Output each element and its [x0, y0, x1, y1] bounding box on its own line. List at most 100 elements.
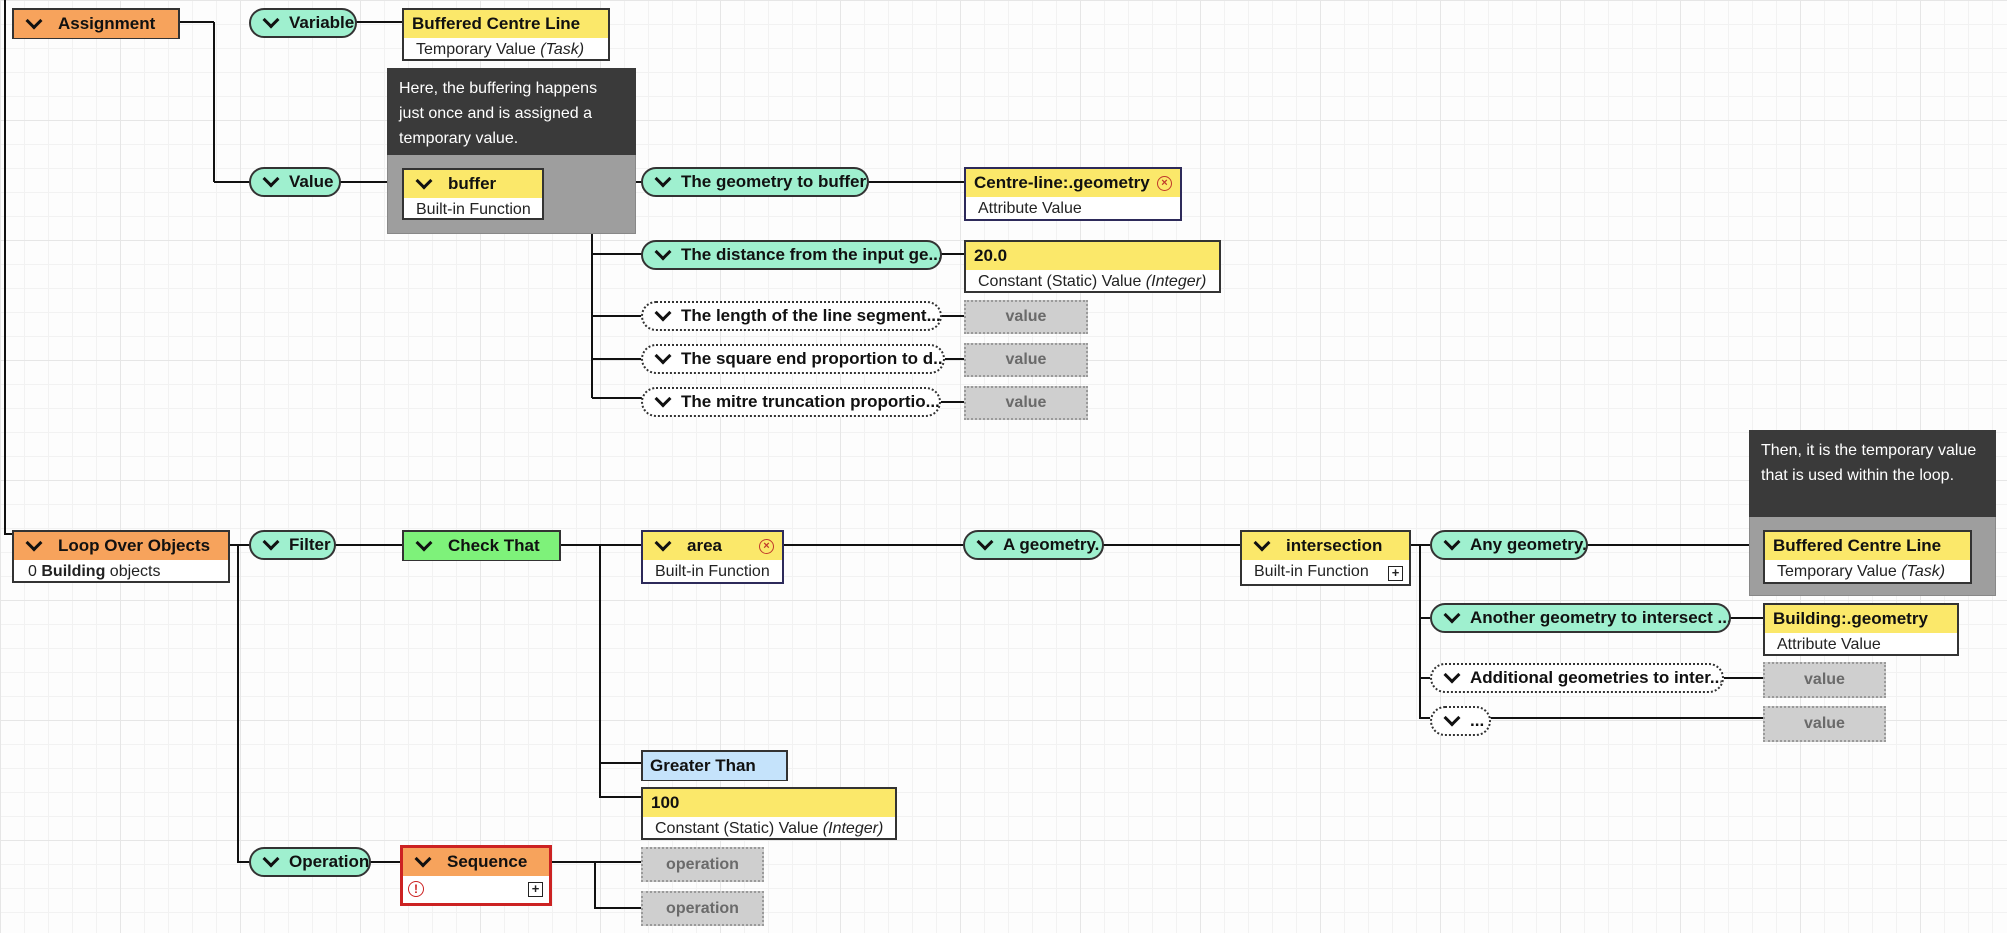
plus-box-icon[interactable]: +	[528, 882, 543, 897]
buffer-function-name: buffer	[448, 174, 497, 193]
chevron-down-icon[interactable]	[25, 12, 43, 30]
chevron-down-icon[interactable]	[654, 390, 672, 408]
loop-object-type: Building	[41, 563, 106, 580]
plus-box-icon[interactable]: +	[1388, 566, 1403, 581]
chevron-down-icon[interactable]	[1443, 666, 1461, 684]
param-line-segment-length[interactable]: The length of the line segment...	[641, 301, 942, 331]
chevron-down-icon[interactable]	[654, 304, 672, 322]
chevron-down-icon[interactable]	[262, 11, 280, 29]
buffer-function-block[interactable]: buffer Built-in Function	[402, 168, 544, 220]
intersection-function-block[interactable]: intersection Built-in Function +	[1240, 530, 1411, 586]
param-ellipsis-label: ...	[1470, 711, 1485, 730]
chevron-down-icon[interactable]	[1443, 606, 1461, 624]
operation-placeholder[interactable]: operation	[641, 891, 764, 926]
chevron-down-icon[interactable]	[415, 172, 433, 190]
param-a-geometry[interactable]: A geometry.	[963, 530, 1104, 560]
param-square-end-proportion[interactable]: The square end proportion to d...	[641, 344, 945, 374]
param-buffer-distance-label: The distance from the input ge...	[681, 245, 942, 264]
param-mitre-truncation-label: The mitre truncation proportio...	[681, 392, 940, 411]
comment-buffering[interactable]: Here, the buffering happens just once an…	[387, 68, 636, 155]
building-geometry-type: Attribute Value	[1777, 636, 1881, 653]
loop-object-count: 0	[28, 563, 37, 580]
operation-placeholder[interactable]: operation	[641, 847, 764, 882]
sequence-block[interactable]: Sequence ! +	[400, 845, 552, 906]
variable-type: Temporary Value	[416, 41, 536, 58]
centre-line-geometry-name: Centre-line:.geometry	[974, 173, 1150, 192]
variable-block[interactable]: Buffered Centre Line Temporary Value (Ta…	[402, 8, 610, 61]
filter-param-label: Filter	[289, 535, 331, 554]
warning-circle-icon[interactable]: !	[408, 881, 424, 897]
chevron-down-icon[interactable]	[1443, 709, 1461, 727]
chevron-down-icon[interactable]	[262, 533, 280, 551]
centre-line-geometry-block[interactable]: Centre-line:.geometry × Attribute Value	[964, 167, 1182, 221]
param-additional-geometries[interactable]: Additional geometries to inter...	[1430, 663, 1724, 693]
param-geometry-to-buffer[interactable]: The geometry to buffer.	[641, 167, 869, 197]
comment-temporary-value-text: Then, it is the temporary value that is …	[1761, 442, 1977, 484]
chevron-down-icon[interactable]	[414, 850, 432, 868]
constant-100-kind: (Integer)	[822, 820, 884, 837]
chevron-down-icon[interactable]	[262, 850, 280, 868]
chevron-down-icon[interactable]	[976, 533, 994, 551]
loop-objects-word: objects	[109, 563, 161, 580]
distance-constant-block[interactable]: 20.0 Constant (Static) Value (Integer)	[964, 240, 1221, 293]
filter-param-pill[interactable]: Filter	[249, 530, 336, 560]
close-circle-icon[interactable]: ×	[1157, 175, 1172, 191]
value-placeholder[interactable]: value	[964, 300, 1088, 334]
chevron-down-icon[interactable]	[25, 534, 43, 552]
buffered-centre-line-block[interactable]: Buffered Centre Line Temporary Value (Ta…	[1763, 530, 1972, 584]
value-param-pill[interactable]: Value	[249, 167, 341, 197]
param-mitre-truncation[interactable]: The mitre truncation proportio...	[641, 387, 941, 417]
area-function-type: Built-in Function	[655, 563, 770, 580]
param-another-geometry[interactable]: Another geometry to intersect ...	[1430, 603, 1731, 633]
intersection-function-name: intersection	[1286, 536, 1383, 555]
buffered-centre-line-scope: (Task)	[1901, 563, 1946, 580]
chevron-down-icon[interactable]	[1443, 533, 1461, 551]
param-any-geometry-label: Any geometry.	[1470, 535, 1587, 554]
area-function-block[interactable]: area × Built-in Function	[641, 530, 784, 584]
building-geometry-name: Building:.geometry	[1773, 609, 1928, 628]
comment-buffering-text: Here, the buffering happens just once an…	[399, 80, 598, 147]
value-placeholder[interactable]: value	[964, 386, 1088, 420]
assignment-label: Assignment	[58, 14, 156, 33]
constant-100-block[interactable]: 100 Constant (Static) Value (Integer)	[641, 787, 897, 840]
greater-than-block[interactable]: Greater Than	[641, 750, 788, 781]
chevron-down-icon[interactable]	[654, 534, 672, 552]
variable-scope: (Task)	[540, 41, 585, 58]
value-placeholder-label: value	[1005, 308, 1047, 325]
comment-temporary-value[interactable]: Then, it is the temporary value that is …	[1749, 430, 1996, 517]
variable-param-pill[interactable]: Variable	[249, 8, 357, 38]
variable-param-label: Variable	[289, 13, 355, 32]
chevron-down-icon[interactable]	[654, 243, 672, 261]
param-any-geometry[interactable]: Any geometry.	[1430, 530, 1588, 560]
param-ellipsis[interactable]: ...	[1430, 706, 1491, 736]
loop-label: Loop Over Objects	[58, 536, 211, 555]
chevron-down-icon[interactable]	[262, 170, 280, 188]
value-placeholder[interactable]: value	[1763, 706, 1886, 742]
param-line-segment-length-label: The length of the line segment...	[681, 306, 941, 325]
buffer-function-type: Built-in Function	[416, 201, 531, 218]
value-placeholder[interactable]: value	[1763, 662, 1886, 698]
buffered-centre-line-type: Temporary Value	[1777, 563, 1897, 580]
assignment-block[interactable]: Assignment	[12, 8, 180, 39]
chevron-down-icon[interactable]	[415, 534, 433, 552]
operation-placeholder-label: operation	[666, 899, 739, 917]
operation-param-pill[interactable]: Operation	[249, 847, 371, 877]
operation-placeholder-label: operation	[666, 855, 739, 873]
building-geometry-block[interactable]: Building:.geometry Attribute Value	[1763, 603, 1959, 656]
close-circle-icon[interactable]: ×	[759, 538, 774, 554]
chevron-down-icon[interactable]	[654, 347, 672, 365]
param-square-end-proportion-label: The square end proportion to d...	[681, 349, 945, 368]
distance-constant-type: Constant (Static) Value	[978, 273, 1142, 290]
param-buffer-distance[interactable]: The distance from the input ge...	[641, 240, 942, 270]
param-additional-geometries-label: Additional geometries to inter...	[1470, 668, 1724, 687]
buffered-centre-line-name: Buffered Centre Line	[1773, 536, 1942, 555]
value-param-label: Value	[289, 172, 334, 191]
value-placeholder[interactable]: value	[964, 343, 1088, 377]
check-that-label: Check That	[448, 536, 540, 555]
chevron-down-icon[interactable]	[1253, 534, 1271, 552]
intersection-function-type: Built-in Function	[1254, 563, 1369, 580]
loop-over-objects-block[interactable]: Loop Over Objects 0 Building objects	[12, 530, 230, 583]
operation-param-label: Operation	[289, 852, 370, 871]
chevron-down-icon[interactable]	[654, 170, 672, 188]
check-that-block[interactable]: Check That	[402, 530, 561, 561]
